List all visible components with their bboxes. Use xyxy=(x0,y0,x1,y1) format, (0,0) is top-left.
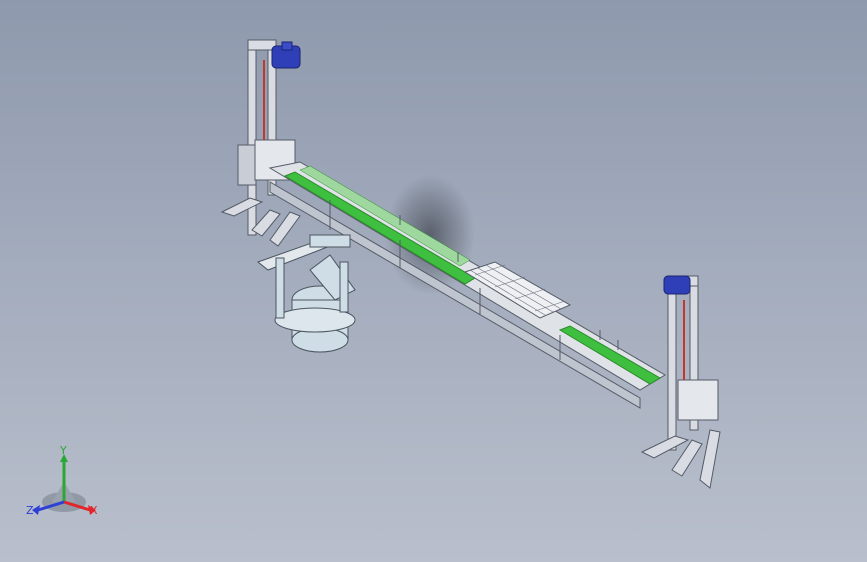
z-axis-label: Z xyxy=(26,504,34,517)
robot-arm[interactable] xyxy=(256,234,356,353)
conveyor-assembly[interactable] xyxy=(220,39,721,489)
left-tower[interactable] xyxy=(220,39,301,247)
x-axis-label: X xyxy=(90,504,98,517)
y-axis-label: Y xyxy=(59,446,67,457)
cad-viewport[interactable] xyxy=(0,0,867,562)
right-motor-icon xyxy=(663,275,691,295)
left-motor-icon xyxy=(271,41,301,69)
coordinate-triad: Y X Z xyxy=(26,446,98,517)
